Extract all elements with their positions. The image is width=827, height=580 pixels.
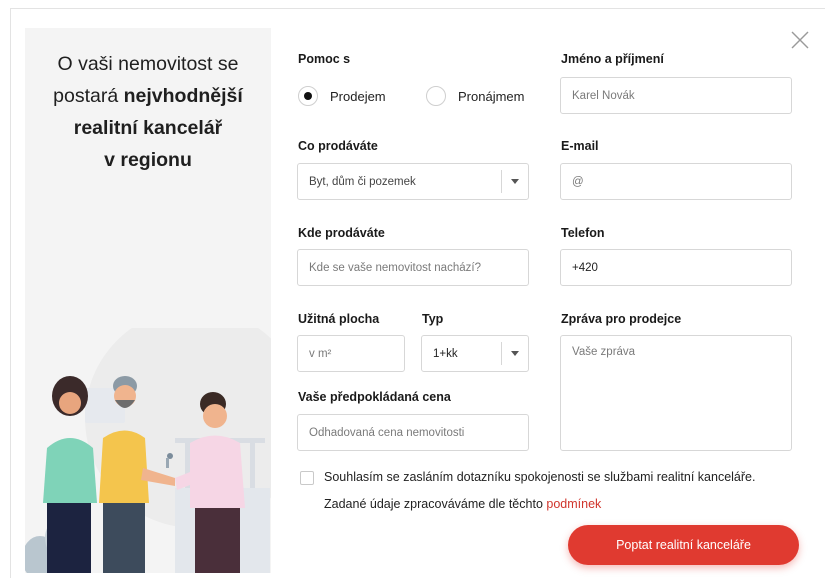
area-input-placeholder: v m² [309,347,332,360]
headline-line-1: O vaši nemovitost se [57,53,239,75]
close-icon[interactable] [790,30,810,50]
price-label: Vaše předpokládaná cena [298,390,451,404]
where-input-placeholder: Kde se vaše nemovitost nachází? [309,261,481,274]
radio-prodejem-label: Prodejem [330,88,386,104]
area-label: Užitná plocha [298,312,380,326]
terms-text-body: Zadané údaje zpracováváme dle těchto [324,497,547,511]
name-input-placeholder: Karel Novák [572,89,635,102]
promo-panel: O vaši nemovitost se postará nejvhodnějš… [25,28,271,573]
headline-line-2: postará nejvhodnější [25,80,271,112]
phone-input-value: +420 [572,261,598,274]
where-label: Kde prodáváte [298,226,385,240]
area-input[interactable]: v m² [297,335,405,372]
what-label: Co prodáváte [298,139,378,153]
email-input-placeholder: @ [572,175,584,188]
headline-line-3: realitní kancelář [25,112,271,144]
submit-button[interactable]: Poptat realitní kanceláře [568,525,799,565]
what-select-value: Byt, dům či pozemek [309,175,416,188]
handshake-illustration [25,328,271,573]
phone-input[interactable]: +420 [560,249,792,286]
radio-pronajmem[interactable]: Pronájmem [426,86,524,106]
radio-pronajmem-dot[interactable] [426,86,446,106]
type-select-value: 1+kk [433,347,458,360]
chevron-down-icon[interactable] [501,342,528,365]
headline-line-2-bold: nejvhodnější [123,85,243,107]
what-select[interactable]: Byt, dům či pozemek [297,163,529,200]
name-label: Jméno a příjmení [561,52,664,66]
consent-label: Souhlasím se zasláním dotazníku spokojen… [324,470,756,484]
message-textarea[interactable]: Vaše zpráva [560,335,792,451]
radio-prodejem[interactable]: Prodejem [298,86,386,106]
terms-text: Zadané údaje zpracováváme dle těchto pod… [324,497,601,511]
chevron-down-icon[interactable] [501,170,528,193]
headline-line-4-bold: v regionu [104,149,192,171]
message-textarea-placeholder: Vaše zpráva [572,346,636,358]
email-input[interactable]: @ [560,163,792,200]
price-input[interactable]: Odhadovaná cena nemovitosti [297,414,529,451]
headline-line-2-text: postará [53,85,124,107]
name-input[interactable]: Karel Novák [560,77,792,114]
message-label: Zpráva pro prodejce [561,312,682,326]
type-label: Typ [422,312,444,326]
radio-pronajmem-label: Pronájmem [458,88,525,104]
terms-link[interactable]: podmínek [546,497,601,511]
consent-checkbox[interactable] [300,471,314,485]
email-label: E-mail [561,139,599,153]
phone-label: Telefon [561,226,605,240]
type-select[interactable]: 1+kk [421,335,529,372]
promo-headline: O vaši nemovitost se postará nejvhodnějš… [25,48,271,176]
price-input-placeholder: Odhadovaná cena nemovitosti [309,426,465,439]
help-label: Pomoc s [298,52,351,66]
where-input[interactable]: Kde se vaše nemovitost nachází? [297,249,529,286]
headline-line-3-bold: realitní kancelář [73,117,223,139]
radio-prodejem-dot[interactable] [298,86,318,106]
headline-line-4: v regionu [25,144,271,176]
